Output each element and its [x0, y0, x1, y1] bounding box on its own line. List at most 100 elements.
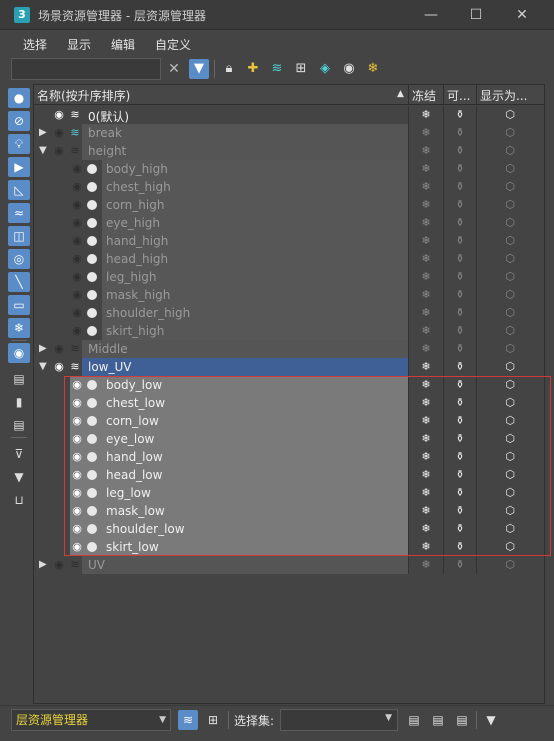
- layer-row[interactable]: ▼ ◉ ≋ low_UV ❄ ⚱ ⬡: [34, 358, 544, 376]
- display-box-icon[interactable]: ⬡: [502, 215, 518, 231]
- new-selection-set-icon[interactable]: ▤: [404, 710, 424, 730]
- filter-set-icon[interactable]: ▼: [481, 710, 501, 730]
- expand-arrow-icon[interactable]: ▶: [39, 126, 49, 140]
- object-row[interactable]: ◉ chest_low ❄ ⚱ ⬡: [34, 394, 544, 412]
- display-box-icon[interactable]: ⬡: [502, 413, 518, 429]
- freeze-snowflake-icon[interactable]: ❄: [418, 323, 434, 339]
- column-name-header[interactable]: 名称(按升序排序): [37, 87, 130, 104]
- visibility-eye-icon[interactable]: ◉: [70, 251, 84, 267]
- display-box-icon[interactable]: ⬡: [502, 287, 518, 303]
- renderable-teapot-icon[interactable]: ⚱: [452, 251, 468, 267]
- display-box-icon[interactable]: ⬡: [502, 377, 518, 393]
- renderable-teapot-icon[interactable]: ⚱: [452, 359, 468, 375]
- close-button[interactable]: ✕: [502, 4, 542, 26]
- freeze-snowflake-icon[interactable]: ❄: [418, 539, 434, 555]
- object-row[interactable]: ◉ eye_high ❄ ⚱ ⬡: [34, 214, 544, 232]
- visibility-eye-icon[interactable]: ◉: [52, 107, 66, 123]
- freeze-snowflake-icon[interactable]: ❄: [418, 467, 434, 483]
- shape-filter-icon[interactable]: ⊘: [8, 111, 30, 131]
- filter-funnel-icon[interactable]: ▼: [8, 467, 30, 487]
- selection-set-dropdown[interactable]: ▼: [280, 709, 398, 731]
- visibility-eye-icon[interactable]: ◉: [70, 449, 84, 465]
- freeze-snowflake-icon[interactable]: ❄: [418, 233, 434, 249]
- freeze-snowflake-icon[interactable]: ❄: [418, 503, 434, 519]
- bone-filter-icon[interactable]: ╲: [8, 272, 30, 292]
- menu-select[interactable]: 选择: [23, 36, 47, 53]
- freeze-icon[interactable]: ❄: [363, 59, 383, 79]
- display-box-icon[interactable]: ⬡: [502, 161, 518, 177]
- display-box-icon[interactable]: ⬡: [502, 359, 518, 375]
- display-box-icon[interactable]: ⬡: [502, 233, 518, 249]
- camera-filter-icon[interactable]: ▶: [8, 157, 30, 177]
- renderable-teapot-icon[interactable]: ⚱: [452, 395, 468, 411]
- menu-edit[interactable]: 编辑: [111, 36, 135, 53]
- edit-selection-set-icon[interactable]: ▤: [428, 710, 448, 730]
- freeze-snowflake-icon[interactable]: ❄: [418, 341, 434, 357]
- renderable-teapot-icon[interactable]: ⚱: [452, 233, 468, 249]
- freeze-snowflake-icon[interactable]: ❄: [418, 179, 434, 195]
- visibility-eye-icon[interactable]: ◉: [70, 233, 84, 249]
- display-box-icon[interactable]: ⬡: [502, 521, 518, 537]
- hidden-filter-icon[interactable]: ◉: [8, 343, 30, 363]
- object-row[interactable]: ◉ skirt_high ❄ ⚱ ⬡: [34, 322, 544, 340]
- explorer-mode-dropdown[interactable]: 层资源管理器 ▼: [11, 709, 171, 731]
- freeze-snowflake-icon[interactable]: ❄: [418, 305, 434, 321]
- layer-row[interactable]: ▶ ◉ ≋ UV ❄ ⚱ ⬡: [34, 556, 544, 574]
- light-filter-icon[interactable]: 💡︎: [8, 134, 30, 154]
- visibility-eye-icon[interactable]: ◉: [70, 179, 84, 195]
- display-box-icon[interactable]: ⬡: [502, 323, 518, 339]
- freeze-snowflake-icon[interactable]: ❄: [418, 431, 434, 447]
- layer-stack-icon[interactable]: ◈: [315, 59, 335, 79]
- visibility-eye-icon[interactable]: ◉: [70, 377, 84, 393]
- layers-icon[interactable]: ≋: [267, 59, 287, 79]
- freeze-snowflake-icon[interactable]: ❄: [418, 485, 434, 501]
- menu-display[interactable]: 显示: [67, 36, 91, 53]
- visibility-eye-icon[interactable]: ◉: [70, 431, 84, 447]
- visibility-eye-icon[interactable]: ◉: [52, 125, 66, 141]
- display-box-icon[interactable]: ⬡: [502, 557, 518, 573]
- renderable-teapot-icon[interactable]: ⚱: [452, 215, 468, 231]
- display-box-icon[interactable]: ⬡: [502, 485, 518, 501]
- geometry-filter-icon[interactable]: ●: [8, 88, 30, 108]
- search-input[interactable]: [11, 58, 161, 80]
- expand-arrow-icon[interactable]: ▶: [39, 558, 49, 572]
- object-row[interactable]: ◉ head_high ❄ ⚱ ⬡: [34, 250, 544, 268]
- renderable-teapot-icon[interactable]: ⚱: [452, 557, 468, 573]
- list-icon[interactable]: ▤: [8, 369, 30, 389]
- freeze-snowflake-icon[interactable]: ❄: [418, 143, 434, 159]
- display-box-icon[interactable]: ⬡: [502, 251, 518, 267]
- collapse-arrow-icon[interactable]: ▼: [39, 360, 49, 374]
- renderable-teapot-icon[interactable]: ⚱: [452, 179, 468, 195]
- object-row[interactable]: ◉ shoulder_high ❄ ⚱ ⬡: [34, 304, 544, 322]
- freeze-snowflake-icon[interactable]: ❄: [418, 395, 434, 411]
- menu-customize[interactable]: 自定义: [155, 36, 191, 53]
- lock-icon[interactable]: 🔒︎: [219, 59, 239, 79]
- object-row[interactable]: ◉ eye_low ❄ ⚱ ⬡: [34, 430, 544, 448]
- visibility-eye-icon[interactable]: ◉: [52, 557, 66, 573]
- display-box-icon[interactable]: ⬡: [502, 539, 518, 555]
- minimize-button[interactable]: —: [411, 4, 451, 26]
- visibility-eye-icon[interactable]: ◉: [52, 143, 66, 159]
- layer-row[interactable]: ▶ ◉ ≋ Middle ❄ ⚱ ⬡: [34, 340, 544, 358]
- hide-icon[interactable]: ◉: [339, 59, 359, 79]
- visibility-eye-icon[interactable]: ◉: [70, 467, 84, 483]
- renderable-teapot-icon[interactable]: ⚱: [452, 521, 468, 537]
- renderable-teapot-icon[interactable]: ⚱: [452, 269, 468, 285]
- spacewarp-filter-icon[interactable]: ≈: [8, 203, 30, 223]
- object-row[interactable]: ◉ shoulder_low ❄ ⚱ ⬡: [34, 520, 544, 538]
- xref-filter-icon[interactable]: ◎: [8, 249, 30, 269]
- collapse-icon[interactable]: ⊔: [8, 490, 30, 510]
- renderable-teapot-icon[interactable]: ⚱: [452, 287, 468, 303]
- display-box-icon[interactable]: ⬡: [502, 449, 518, 465]
- object-row[interactable]: ◉ mask_high ❄ ⚱ ⬡: [34, 286, 544, 304]
- maximize-button[interactable]: ☐: [456, 4, 496, 26]
- visibility-eye-icon[interactable]: ◉: [70, 485, 84, 501]
- layer-mode-icon[interactable]: ≋: [178, 710, 198, 730]
- display-box-icon[interactable]: ⬡: [502, 269, 518, 285]
- renderable-teapot-icon[interactable]: ⚱: [452, 341, 468, 357]
- freeze-snowflake-icon[interactable]: ❄: [418, 197, 434, 213]
- filter-toggle-icon[interactable]: ⊽: [8, 444, 30, 464]
- visibility-eye-icon[interactable]: ◉: [70, 413, 84, 429]
- visibility-eye-icon[interactable]: ◉: [70, 197, 84, 213]
- display-box-icon[interactable]: ⬡: [502, 467, 518, 483]
